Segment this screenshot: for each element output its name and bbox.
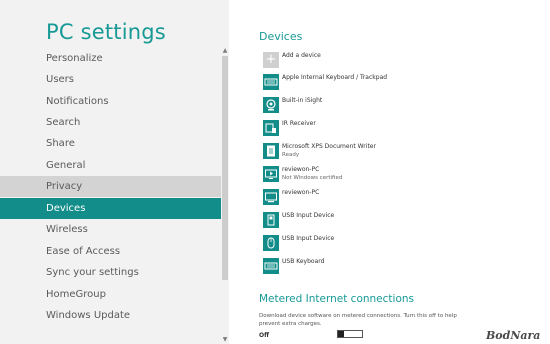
usb-device-icon bbox=[263, 212, 279, 228]
device-item[interactable]: reviewon-PC Not Windows certified bbox=[263, 166, 523, 186]
device-item[interactable]: reviewon-PC bbox=[263, 189, 523, 209]
device-name: IR Receiver bbox=[282, 120, 316, 127]
metered-toggle[interactable] bbox=[337, 330, 363, 338]
device-item[interactable]: Apple Internal Keyboard / Trackpad bbox=[263, 74, 523, 94]
devices-heading: Devices bbox=[259, 30, 303, 43]
device-item[interactable]: IR Receiver bbox=[263, 120, 523, 140]
metered-connections-description: Download device software on metered conn… bbox=[259, 313, 457, 327]
nav-item-search[interactable]: Search bbox=[0, 112, 221, 133]
media-device-icon bbox=[263, 166, 279, 182]
webcam-icon bbox=[263, 97, 279, 113]
nav-scrollbar[interactable]: ▲ ▼ bbox=[221, 46, 229, 344]
watermark-logo: BodNara bbox=[486, 329, 541, 342]
device-name: Microsoft XPS Document Writer bbox=[282, 143, 376, 150]
device-item[interactable]: USB Input Device bbox=[263, 235, 523, 255]
device-name: Apple Internal Keyboard / Trackpad bbox=[282, 74, 388, 81]
device-item[interactable]: Microsoft XPS Document Writer Ready bbox=[263, 143, 523, 163]
device-status: Ready bbox=[282, 152, 300, 158]
device-item-add[interactable]: + Add a device bbox=[263, 52, 523, 72]
nav-item-users[interactable]: Users bbox=[0, 69, 221, 90]
page-title: PC settings bbox=[46, 20, 166, 44]
plus-icon: + bbox=[263, 52, 279, 68]
nav-item-personalize[interactable]: Personalize bbox=[0, 48, 221, 69]
device-name: USB Keyboard bbox=[282, 258, 325, 265]
nav-item-notifications[interactable]: Notifications bbox=[0, 91, 221, 112]
scroll-down-arrow-icon[interactable]: ▼ bbox=[221, 335, 229, 344]
nav-item-windows-update[interactable]: Windows Update bbox=[0, 305, 221, 326]
toggle-knob[interactable] bbox=[338, 331, 344, 337]
nav-item-devices[interactable]: Devices bbox=[0, 198, 221, 219]
device-item[interactable]: USB Keyboard bbox=[263, 258, 523, 278]
scroll-up-arrow-icon[interactable]: ▲ bbox=[221, 46, 229, 55]
ir-receiver-icon bbox=[263, 120, 279, 136]
pc-settings-window: PC settings Personalize Users Notificati… bbox=[0, 0, 550, 344]
devices-content-pane: Devices + Add a device Apple Internal Ke… bbox=[229, 0, 550, 344]
metered-toggle-state: Off bbox=[259, 332, 269, 339]
device-name: Built-in iSight bbox=[282, 97, 323, 104]
nav-item-ease-of-access[interactable]: Ease of Access bbox=[0, 241, 221, 262]
nav-item-homegroup[interactable]: HomeGroup bbox=[0, 284, 221, 305]
nav-item-wireless[interactable]: Wireless bbox=[0, 219, 221, 240]
device-name: Add a device bbox=[282, 52, 321, 59]
device-item[interactable]: USB Input Device bbox=[263, 212, 523, 232]
nav-item-general[interactable]: General bbox=[0, 155, 221, 176]
device-name: USB Input Device bbox=[282, 212, 335, 219]
nav-item-share[interactable]: Share bbox=[0, 133, 221, 154]
settings-nav-pane: PC settings Personalize Users Notificati… bbox=[0, 0, 229, 344]
device-name: reviewon-PC bbox=[282, 166, 320, 173]
scrollbar-thumb[interactable] bbox=[222, 56, 228, 280]
mouse-icon bbox=[263, 235, 279, 251]
device-name: reviewon-PC bbox=[282, 189, 320, 196]
nav-item-privacy[interactable]: Privacy bbox=[0, 176, 221, 197]
printer-icon bbox=[263, 143, 279, 159]
metered-connections-heading: Metered Internet connections bbox=[259, 293, 414, 305]
device-name: USB Input Device bbox=[282, 235, 335, 242]
device-item[interactable]: Built-in iSight bbox=[263, 97, 523, 117]
keyboard-icon bbox=[263, 74, 279, 90]
device-status: Not Windows certified bbox=[282, 175, 343, 181]
nav-item-sync-settings[interactable]: Sync your settings bbox=[0, 262, 221, 283]
pc-icon bbox=[263, 189, 279, 205]
keyboard-icon bbox=[263, 258, 279, 274]
